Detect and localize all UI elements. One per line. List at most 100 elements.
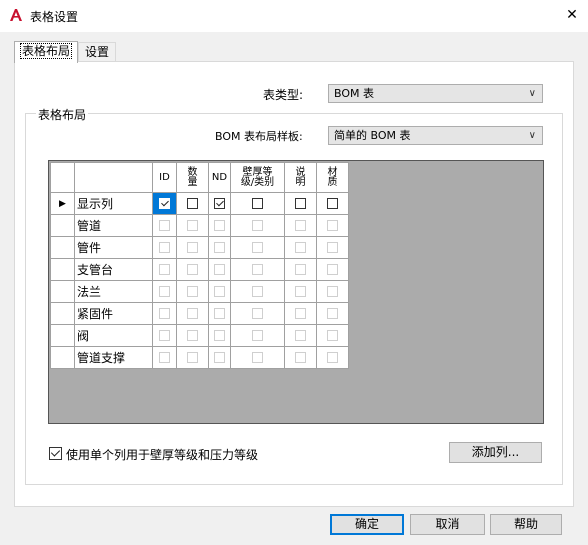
help-button[interactable]: 帮助 [490,514,562,535]
row-name: 管件 [74,236,153,259]
tab-settings-label: 设置 [85,45,110,59]
row-header[interactable]: ▶ [50,192,75,215]
row-header[interactable] [50,302,75,325]
tab-settings[interactable]: 设置 [78,42,117,62]
grid-cell[interactable] [176,214,209,237]
table-type-value: BOM 表 [334,87,374,100]
cancel-button[interactable]: 取消 [410,514,485,535]
grid-cell[interactable] [152,324,177,347]
grid-cell[interactable] [230,192,285,215]
grid-cell[interactable] [284,214,317,237]
grid-cell[interactable] [316,192,349,215]
grid-cell[interactable] [176,302,209,325]
col-header-id[interactable]: ID [152,162,177,193]
table-row[interactable]: 阀 [50,324,349,347]
row-header[interactable] [50,214,75,237]
cell-checkbox[interactable] [159,198,170,209]
grid-cell[interactable] [152,258,177,281]
grid-cell[interactable] [176,346,209,369]
grid-cell[interactable] [284,346,317,369]
group-title: 表格布局 [36,106,89,123]
grid-cell[interactable] [152,236,177,259]
row-header[interactable] [50,236,75,259]
cell-checkbox[interactable] [187,198,198,209]
grid-cell[interactable] [208,258,231,281]
grid-cell[interactable] [284,258,317,281]
grid-cell[interactable] [176,324,209,347]
cell-checkbox [159,242,170,253]
title-bar [0,0,588,32]
grid-cell[interactable] [208,236,231,259]
grid-cell[interactable] [230,324,285,347]
col-header-description[interactable]: 说 明 [284,162,317,193]
tab-table-layout[interactable]: 表格布局 [14,41,79,63]
grid-cell[interactable] [230,258,285,281]
row-header[interactable] [50,324,75,347]
grid-cell[interactable] [152,346,177,369]
cell-checkbox [295,220,306,231]
row-header[interactable] [50,258,75,281]
grid-cell[interactable] [152,302,177,325]
grid-cell[interactable] [316,236,349,259]
grid-cell[interactable] [208,346,231,369]
table-row[interactable]: 法兰 [50,280,349,303]
grid-cell[interactable] [176,192,209,215]
cell-checkbox [295,286,306,297]
grid-cell[interactable] [176,258,209,281]
grid-cell[interactable] [316,214,349,237]
cell-checkbox [295,308,306,319]
layout-template-select[interactable]: 简单的 BOM 表 ∨ [328,126,543,145]
table-row[interactable]: 管道支撑 [50,346,349,369]
add-column-button[interactable]: 添加列... [449,442,542,463]
table-row[interactable]: ▶ 显示列 [50,192,349,215]
grid-cell[interactable] [176,280,209,303]
grid-cell[interactable] [230,280,285,303]
grid-cell[interactable] [316,302,349,325]
grid-cell[interactable] [208,214,231,237]
table-type-select[interactable]: BOM 表 ∨ [328,84,543,103]
grid-cell[interactable] [208,280,231,303]
cell-checkbox[interactable] [327,198,338,209]
cell-checkbox[interactable] [295,198,306,209]
table-row[interactable]: 管件 [50,236,349,259]
grid-cell[interactable] [284,192,317,215]
chevron-down-icon: ∨ [528,88,536,99]
grid-cell[interactable] [152,192,177,215]
grid-cell[interactable] [316,346,349,369]
cell-checkbox[interactable] [252,198,263,209]
grid-cell[interactable] [284,236,317,259]
table-row[interactable]: 紧固件 [50,302,349,325]
grid-cell[interactable] [152,214,177,237]
grid-cell[interactable] [284,302,317,325]
grid-cell[interactable] [230,346,285,369]
cell-checkbox [214,286,225,297]
row-header[interactable] [50,280,75,303]
single-column-checkbox[interactable] [49,447,62,460]
grid-cell[interactable] [230,214,285,237]
grid-cell[interactable] [230,236,285,259]
cell-checkbox [252,308,263,319]
row-header[interactable] [50,346,75,369]
grid-cell[interactable] [208,192,231,215]
table-row[interactable]: 管道 [50,214,349,237]
grid-cell[interactable] [284,280,317,303]
grid-cell[interactable] [208,324,231,347]
col-header-material[interactable]: 材 质 [316,162,349,193]
close-icon[interactable]: ✕ [561,4,583,26]
grid-cell[interactable] [316,258,349,281]
grid-cell[interactable] [176,236,209,259]
col-header-quantity[interactable]: 数 量 [176,162,209,193]
grid-cell[interactable] [316,324,349,347]
grid-cell[interactable] [208,302,231,325]
ok-button[interactable]: 确定 [330,514,404,535]
grid-cell[interactable] [152,280,177,303]
grid-cell[interactable] [316,280,349,303]
col-header-thickness[interactable]: 壁厚等 级/类别 [230,162,285,193]
table-type-label: 表类型: [263,88,304,102]
col-header-nd[interactable]: ND [208,162,231,193]
table-row[interactable]: 支管台 [50,258,349,281]
grid-name-header [74,162,153,193]
grid-cell[interactable] [284,324,317,347]
grid-cell[interactable] [230,302,285,325]
cell-checkbox[interactable] [214,198,225,209]
